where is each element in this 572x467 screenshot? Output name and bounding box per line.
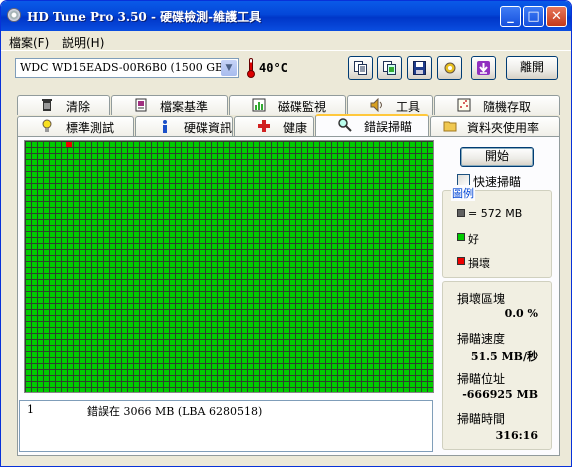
speaker-icon [370,98,382,112]
temperature-readout: 40°C [259,61,288,75]
exit-button[interactable]: 離開 [506,56,558,80]
start-button[interactable]: 開始 [460,147,534,167]
tab-label: 檔案基準 [160,100,209,114]
tab-health[interactable]: 健康 [234,116,314,136]
legend-damaged: 損壞 [468,257,490,270]
copy-screenshot-button[interactable] [377,56,402,80]
copy-text-icon [354,61,367,75]
tab-label: 硬碟資訊 [184,121,233,135]
menu-bar: 檔案(F) 説明(H) [1,31,571,51]
damaged-blocks-value: 0.0 % [504,307,538,320]
tab-erase[interactable]: 清除 [17,95,110,115]
scan-speed-value: 51.5 MB/秒 [470,350,538,363]
log-index: 1 [27,403,34,416]
copy-text-button[interactable] [348,56,373,80]
tab-label: 健康 [283,121,308,135]
tab-label: 資料夾使用率 [467,121,540,135]
legend-block-size: = 572 MB [468,207,523,220]
chart-icon [252,98,266,112]
damaged-blocks-label: 損壞區塊 [457,292,506,306]
log-message: 錯誤在 3066 MB (LBA 6280518) [87,405,263,418]
scan-time-value: 316:16 [495,429,538,442]
minimize-icon: _ [507,9,514,24]
app-window: HD Tune Pro 3.50 - 硬碟檢測-維護工具 _ □ ✕ 檔案(F)… [0,0,572,467]
drive-select[interactable]: WDC WD15EADS-00R6B0 (1500 GB) ▼ [15,58,239,78]
legend-block-swatch [457,209,465,217]
scan-position-value: -666925 MB [462,388,538,401]
save-button[interactable] [407,56,432,80]
tab-random-access[interactable]: 隨機存取 [434,95,560,115]
tab-benchmark[interactable]: 標準測試 [17,116,134,136]
maximize-button[interactable]: □ [523,6,544,27]
scan-speed-label: 掃瞄速度 [457,332,506,346]
magnifier-icon [338,118,352,132]
tab-file-benchmark[interactable]: 檔案基準 [111,95,228,115]
health-cross-icon [258,120,270,132]
scan-position-label: 掃瞄位址 [457,372,506,386]
tab-label: 錯誤掃瞄 [364,120,413,134]
title-bar[interactable]: HD Tune Pro 3.50 - 硬碟檢測-維護工具 _ □ ✕ [1,1,571,31]
options-button[interactable] [437,56,462,80]
tab-folder-usage[interactable]: 資料夾使用率 [430,116,560,136]
download-icon [477,61,490,75]
folder-icon [443,121,457,132]
random-access-icon [457,98,471,112]
window-title: HD Tune Pro 3.50 - 硬碟檢測-維護工具 [27,10,262,24]
trash-icon [42,99,52,111]
menu-file[interactable]: 檔案(F) [9,34,49,51]
legend-damaged-swatch [457,257,465,265]
options-icon [444,62,456,74]
tab-info[interactable]: 硬碟資訊 [135,116,233,136]
tab-label: 標準測試 [66,121,115,135]
block-map [24,140,434,393]
close-button[interactable]: ✕ [546,6,567,27]
tab-disk-monitor[interactable]: 磁碟監視 [229,95,346,115]
drive-select-value: WDC WD15EADS-00R6B0 (1500 GB) [20,61,228,74]
file-benchmark-icon [135,98,147,112]
minimize-button[interactable]: _ [500,6,521,27]
damaged-block [66,142,72,147]
chevron-down-icon[interactable]: ▼ [221,60,237,76]
tab-label: 清除 [66,100,91,114]
legend-good-swatch [457,233,465,241]
log-row[interactable]: 1 錯誤在 3066 MB (LBA 6280518) [20,403,432,418]
tab-tools[interactable]: 工具 [347,95,433,115]
app-disk-icon [7,8,21,22]
bulb-icon [42,119,52,132]
scan-time-label: 掃瞄時間 [457,412,506,426]
tab-label: 工具 [396,100,421,114]
info-icon [163,120,167,133]
legend-good: 好 [468,233,479,246]
menu-help[interactable]: 説明(H) [62,34,104,51]
tab-label: 磁碟監視 [278,100,327,114]
save-icon [413,61,426,75]
download-button[interactable] [471,56,496,80]
tab-error-scan[interactable]: 錯誤掃瞄 [315,114,429,136]
quick-scan-label[interactable]: 快速掃瞄 [473,173,521,190]
legend-title: 圖例 [451,185,475,201]
maximize-icon: □ [527,9,540,24]
close-icon: ✕ [551,9,562,24]
error-log[interactable]: 1 錯誤在 3066 MB (LBA 6280518) [19,400,433,452]
thermometer-icon [246,58,255,78]
tab-label: 隨機存取 [483,100,532,114]
copy-screenshot-icon [383,61,396,75]
